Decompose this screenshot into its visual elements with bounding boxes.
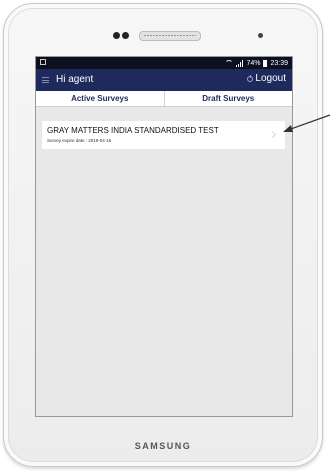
menu-icon[interactable]	[42, 77, 49, 83]
status-bar: 74% 23:39	[36, 57, 292, 69]
signal-icon	[236, 59, 244, 67]
device-brand-logo: SAMSUNG	[134, 441, 192, 451]
chevron-right-icon	[268, 130, 277, 139]
logout-button[interactable]: Logout	[247, 73, 286, 84]
greeting-title: Hi agent	[56, 74, 94, 85]
tablet-frame: 74% 23:39 Hi agent Logout Active Surveys…	[3, 3, 323, 467]
front-camera	[258, 33, 263, 38]
wifi-icon	[225, 60, 234, 66]
device-screen: 74% 23:39 Hi agent Logout Active Surveys…	[35, 56, 293, 417]
survey-expire-date: Survey expire date : 2019-04-16	[47, 138, 112, 143]
survey-tabs: Active Surveys Draft Surveys	[36, 91, 292, 107]
tab-draft-surveys[interactable]: Draft Surveys	[163, 91, 293, 106]
survey-title: GRAY MATTERS INDIA STANDARDISED TEST	[47, 126, 219, 135]
notification-icon	[40, 59, 46, 65]
front-sensors	[113, 32, 133, 39]
speaker-grille	[139, 31, 201, 41]
status-indicators: 74% 23:39	[225, 59, 288, 67]
logout-label: Logout	[255, 73, 286, 84]
status-time: 23:39	[270, 59, 288, 67]
app-header: Hi agent Logout	[36, 69, 292, 91]
battery-percent: 74%	[246, 59, 261, 67]
power-icon	[247, 74, 254, 82]
tab-active-surveys[interactable]: Active Surveys	[36, 91, 164, 106]
survey-list-item[interactable]: GRAY MATTERS INDIA STANDARDISED TEST Sur…	[42, 121, 285, 149]
battery-icon	[263, 59, 268, 67]
